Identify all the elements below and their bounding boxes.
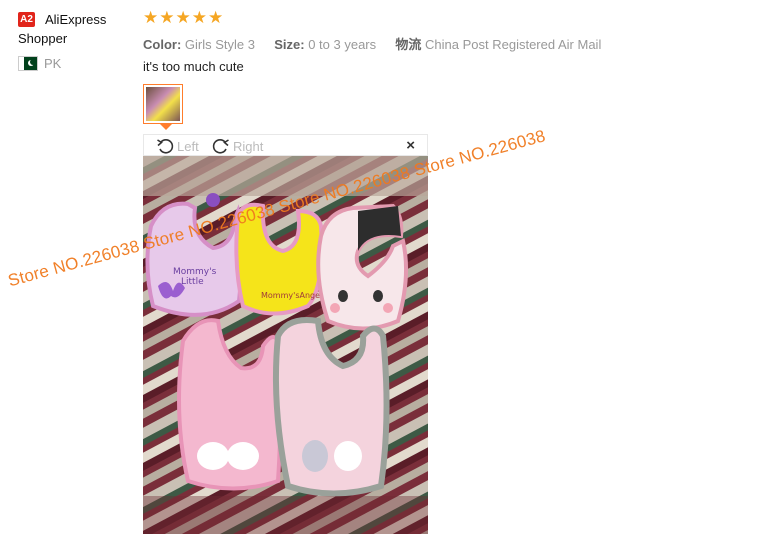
review-product-properties: Color: Girls Style 3 Size: 0 to 3 years … — [143, 34, 601, 53]
svg-text:Mommy's: Mommy's — [173, 267, 217, 277]
star-rating: ★ ★ ★ ★ ★ — [143, 9, 223, 26]
color-label: Color: — [143, 37, 182, 52]
rotate-left-icon — [157, 139, 174, 154]
star-icon: ★ — [143, 8, 159, 27]
shipping-label: 物流 — [395, 37, 422, 52]
reviewer-name-line1: AliExpress — [45, 12, 107, 27]
svg-text:Mommy'sAngel: Mommy'sAngel — [261, 291, 322, 300]
rotate-right-button[interactable]: Right — [210, 137, 263, 155]
size-label: Size: — [274, 37, 305, 52]
shipping-value: China Post Registered Air Mail — [425, 37, 602, 52]
svg-text:Little: Little — [181, 277, 204, 287]
rotate-left-label: Left — [177, 138, 199, 154]
review-image-thumbnail[interactable] — [143, 84, 183, 124]
image-viewer-toolbar: Left Right × — [143, 134, 428, 156]
reviewer-country: PK — [18, 56, 61, 71]
star-icon: ★ — [191, 8, 207, 27]
review-text: it's too much cute — [143, 59, 244, 74]
color-value: Girls Style 3 — [184, 37, 255, 52]
rotate-left-button[interactable]: Left — [156, 137, 199, 155]
star-icon: ★ — [208, 8, 224, 27]
country-code: PK — [44, 56, 62, 71]
star-icon: ★ — [159, 8, 175, 27]
thumbnail-pointer-icon — [160, 124, 172, 130]
close-icon[interactable]: × — [406, 137, 415, 154]
rotate-right-label: Right — [233, 138, 264, 154]
reviewer-avatar: A2 — [18, 12, 35, 27]
star-icon: ★ — [175, 8, 191, 27]
rotate-right-icon — [212, 139, 229, 154]
pakistan-flag-icon — [18, 56, 38, 71]
reviewer-name-line2: Shopper — [18, 31, 68, 46]
size-value: 0 to 3 years — [308, 37, 377, 52]
